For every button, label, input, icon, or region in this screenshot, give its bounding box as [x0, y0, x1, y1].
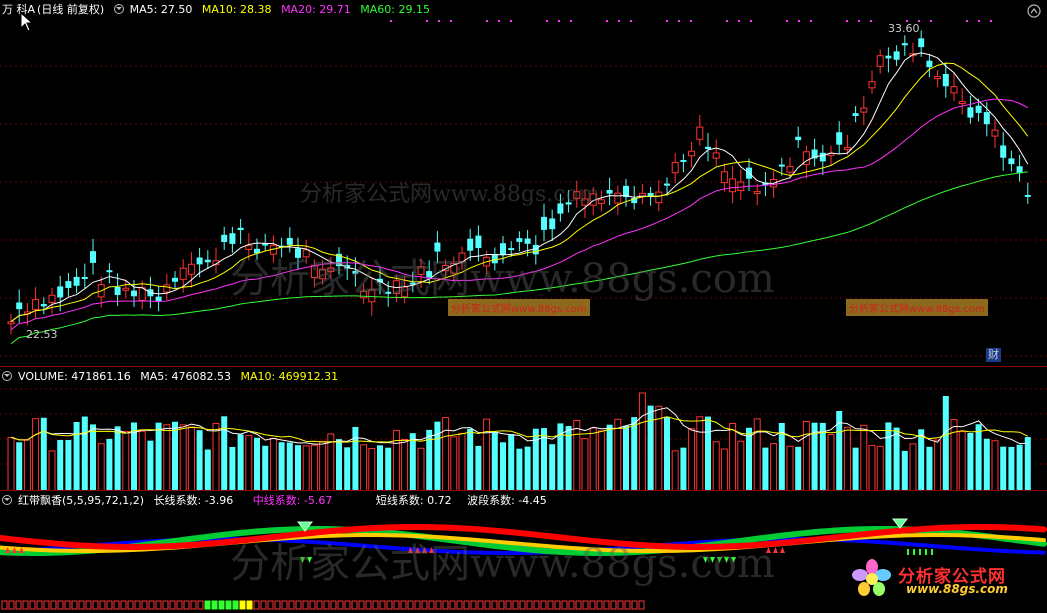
volume-value: VOLUME: 471861.16 [18, 370, 131, 383]
mid-coef: 中线系数: -5.67 [252, 494, 333, 507]
site-logo: 分析家公式网 www.88gs.com [850, 558, 1045, 598]
dropdown-icon[interactable] [2, 371, 12, 381]
volume-panel[interactable]: VOLUME: 471861.16 MA5: 476082.53 MA10: 4… [0, 366, 1047, 491]
long-coef: 长线系数: -3.96 [153, 494, 234, 507]
ma60-value: MA60: 29.15 [360, 3, 430, 16]
day-strip-svg[interactable] [0, 598, 1047, 613]
adjust-mode[interactable]: (日线 前复权) [37, 3, 104, 16]
expand-icon[interactable] [1026, 3, 1042, 19]
indicator-header: 红带飘香(5,5,95,72,1,2) 长线系数: -3.96 中线系数: -5… [2, 494, 553, 508]
volume-header: VOLUME: 471861.16 MA5: 476082.53 MA10: 4… [2, 370, 344, 384]
mouse-cursor-icon [20, 12, 34, 32]
indicator-name[interactable]: 红带飘香(5,5,95,72,1,2) [18, 494, 144, 507]
ma20-value: MA20: 29.71 [281, 3, 351, 16]
flower-logo-icon [852, 559, 891, 596]
short-coef: 短线系数: 0.72 [375, 494, 452, 507]
volume-ma10: MA10: 469912.31 [240, 370, 339, 383]
wave-coef: 波段系数: -4.45 [467, 494, 547, 507]
ma5-value: MA5: 27.50 [129, 3, 193, 16]
ma10-value: MA10: 28.38 [201, 3, 272, 16]
day-strip[interactable] [0, 598, 1047, 613]
finance-badge[interactable]: 财 [986, 348, 1001, 362]
watermark-tag-right: 分析家公式网www.88gs.com [846, 299, 988, 316]
watermark-tag-left: 分析家公式网www.88gs.com [448, 299, 590, 316]
low-price-label: 22.53 [26, 328, 58, 341]
volume-ma5: MA5: 476082.53 [140, 370, 231, 383]
logo-url: www.88gs.com [906, 582, 1008, 596]
price-header: 万 科A (日线 前复权) MA5: 27.50 MA10: 28.38 MA20… [2, 3, 436, 17]
dropdown-icon[interactable] [113, 4, 124, 14]
high-price-label: 33.60 [888, 22, 920, 35]
price-panel[interactable]: 万 科A (日线 前复权) MA5: 27.50 MA10: 28.38 MA20… [0, 0, 1047, 366]
volume-chart[interactable] [0, 367, 1047, 491]
dropdown-icon[interactable] [2, 495, 12, 505]
